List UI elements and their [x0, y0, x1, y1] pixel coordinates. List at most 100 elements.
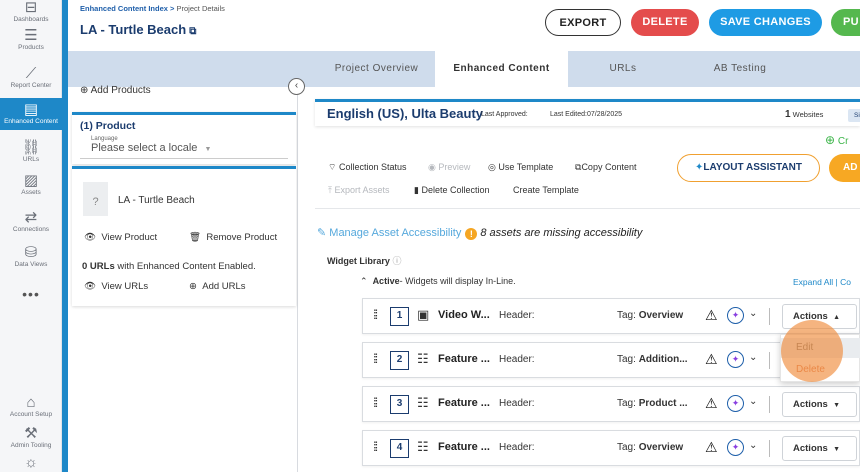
caret-down-icon: ▼: [204, 146, 212, 153]
widget-tag: Tag: Overview: [617, 310, 684, 321]
feature-widget-icon: ☷: [417, 395, 429, 410]
tab-project-overview[interactable]: Project Overview: [318, 51, 435, 87]
websites-count[interactable]: 1 Websites: [785, 109, 823, 120]
more-icon[interactable]: •••: [0, 286, 62, 302]
external-link-icon[interactable]: ⧉: [189, 26, 196, 37]
widget-header: Header:: [499, 398, 535, 409]
view-product-link[interactable]: 👁 View Product: [84, 232, 157, 243]
widget-row[interactable]: ⁞⁞ 4 ☷ Feature ... Header: Tag: Overview…: [362, 430, 860, 466]
widget-tag: Tag: Overview: [617, 442, 684, 453]
export-button[interactable]: EXPORT: [545, 9, 621, 36]
rail-item-connections[interactable]: ⇄ Connections: [0, 210, 62, 236]
edit-icon: ✎: [317, 227, 327, 239]
drag-handle-icon[interactable]: ⁞⁞: [373, 395, 378, 410]
chevron-down-icon[interactable]: ⌄: [749, 308, 757, 319]
breadcrumb-current: Project Details: [176, 4, 225, 13]
remove-product-link[interactable]: 🗑 Remove Product: [189, 232, 277, 243]
add-urls-link[interactable]: ⊕ Add URLs: [189, 281, 246, 292]
trash-icon: 🗑: [189, 232, 202, 243]
collapse-panel-button[interactable]: ‹: [288, 78, 305, 95]
widget-tag: Tag: Addition...: [617, 354, 688, 365]
warning-triangle-icon[interactable]: ⚠: [705, 395, 718, 412]
chevron-down-icon[interactable]: ⌄: [749, 352, 757, 363]
widget-row[interactable]: ⁞⁞ 3 ☷ Feature ... Header: Tag: Product …: [362, 386, 860, 422]
ai-sparkle-icon[interactable]: ✦: [727, 351, 744, 368]
expand-collapse-all-link[interactable]: Expand All | Co: [793, 277, 851, 287]
chevron-down-icon[interactable]: ⌄: [749, 396, 757, 407]
collection-status-button[interactable]: ⌔ Collection Status: [328, 162, 407, 173]
breadcrumb-separator: >: [170, 4, 175, 13]
save-changes-button[interactable]: SAVE CHANGES: [709, 9, 822, 36]
view-urls-link[interactable]: 👁 View URLs: [84, 281, 148, 292]
use-template-button[interactable]: ◎ Use Template: [488, 162, 553, 173]
report-icon: ⟋: [25, 65, 37, 82]
widget-order: 1: [390, 307, 409, 326]
rail-item-urls[interactable]: ⛓ URLs: [0, 140, 62, 166]
add-products-link[interactable]: ⊕ Add Products: [80, 85, 151, 96]
copy-content-button[interactable]: ⧉Copy Content: [575, 162, 636, 173]
export-assets-button[interactable]: ⤒ Export Assets: [328, 185, 390, 196]
products-icon: ☰: [24, 27, 38, 44]
breadcrumb: Enhanced Content Index > Project Details: [80, 4, 225, 13]
warning-triangle-icon[interactable]: ⚠: [705, 439, 718, 456]
last-edited: Last Edited:07/28/2025: [550, 111, 623, 118]
ai-sparkle-icon[interactable]: ✦: [727, 395, 744, 412]
actions-dropdown[interactable]: Actions ▼: [782, 436, 857, 461]
widget-row[interactable]: ⁞⁞ 1 ▣ Video W... Header: Tag: Overview …: [362, 298, 860, 334]
publish-button[interactable]: PU: [831, 9, 860, 36]
account-icon: ⌂: [26, 394, 36, 411]
bug-icon: ☼: [24, 454, 38, 471]
language-select[interactable]: Please select a locale ▼: [80, 142, 288, 159]
warning-triangle-icon[interactable]: ⚠: [705, 307, 718, 324]
rail-item-data-views[interactable]: ⛁ Data Views: [0, 245, 62, 271]
product-thumbnail: ?: [83, 182, 108, 216]
eye-icon: 👁: [84, 281, 97, 292]
locale-bar: English (US), Ulta Beauty Last Approved:…: [315, 99, 860, 126]
warning-triangle-icon[interactable]: ⚠: [705, 351, 718, 368]
widget-name: Video W...: [438, 309, 490, 321]
actions-dropdown[interactable]: Actions ▼: [782, 392, 857, 417]
enhanced-content-icon: ▤: [23, 101, 39, 118]
drag-handle-icon[interactable]: ⁞⁞: [373, 351, 378, 366]
missing-accessibility-text: 8 assets are missing accessibility: [480, 227, 643, 239]
rail-item-enhanced-content[interactable]: ▤ Enhanced Content: [0, 98, 62, 130]
widget-header: Header:: [499, 442, 535, 453]
delete-button[interactable]: DELETE: [631, 9, 699, 36]
widget-order: 2: [390, 351, 409, 370]
widget-name: Feature ...: [438, 397, 490, 409]
rail-item-admin-tooling[interactable]: ⚒ Admin Tooling: [0, 426, 62, 452]
delete-collection-button[interactable]: ▮ Delete Collection: [414, 185, 490, 196]
rail-item-account-setup[interactable]: ⌂ Account Setup: [0, 395, 62, 421]
add-widget-button[interactable]: AD: [829, 154, 860, 182]
active-section-toggle[interactable]: ⌃ Active- Widgets will display In-Line.: [360, 276, 516, 287]
tab-enhanced-content[interactable]: Enhanced Content: [435, 51, 568, 87]
dashboard-icon: ⊟: [24, 0, 38, 16]
rail-item-debug[interactable]: ☼: [0, 455, 62, 472]
ai-sparkle-icon[interactable]: ✦: [727, 439, 744, 456]
rail-item-assets[interactable]: ▨ Assets: [0, 173, 62, 199]
layout-assistant-button[interactable]: ✦LAYOUT ASSISTANT: [677, 154, 820, 182]
breadcrumb-root-link[interactable]: Enhanced Content Index: [80, 4, 168, 13]
tab-ab-testing[interactable]: AB Testing: [678, 51, 802, 87]
drag-handle-icon[interactable]: ⁞⁞: [373, 439, 378, 454]
rail-item-products[interactable]: ☰ Products: [0, 28, 62, 54]
create-link[interactable]: ⊕ Cr: [825, 133, 848, 147]
rail-item-report-center[interactable]: ⟋ Report Center: [0, 66, 62, 92]
chevron-down-icon[interactable]: ⌄: [749, 440, 757, 451]
trash-icon: ▮: [414, 185, 419, 195]
widget-header: Header:: [499, 310, 535, 321]
preview-button[interactable]: ◉ Preview: [428, 162, 470, 173]
plus-circle-icon: ⊕: [189, 281, 197, 292]
manage-accessibility-link[interactable]: ✎ Manage Asset Accessibility! 8 assets ar…: [317, 226, 642, 240]
ai-sparkle-icon[interactable]: ✦: [727, 307, 744, 324]
product-name: LA - Turtle Beach: [118, 195, 195, 206]
help-icon[interactable]: ⓘ: [392, 256, 401, 266]
urls-status: 0 URLs with Enhanced Content Enabled.: [82, 261, 256, 272]
link-icon: ⛓: [21, 139, 41, 156]
tab-urls[interactable]: URLs: [568, 51, 678, 87]
drag-handle-icon[interactable]: ⁞⁞: [373, 307, 378, 322]
click-indicator: [781, 320, 843, 382]
caret-down-icon: ▼: [833, 446, 841, 453]
create-template-button[interactable]: Create Template: [513, 185, 579, 195]
rail-item-dashboards[interactable]: ⊟ Dashboards: [0, 0, 62, 23]
